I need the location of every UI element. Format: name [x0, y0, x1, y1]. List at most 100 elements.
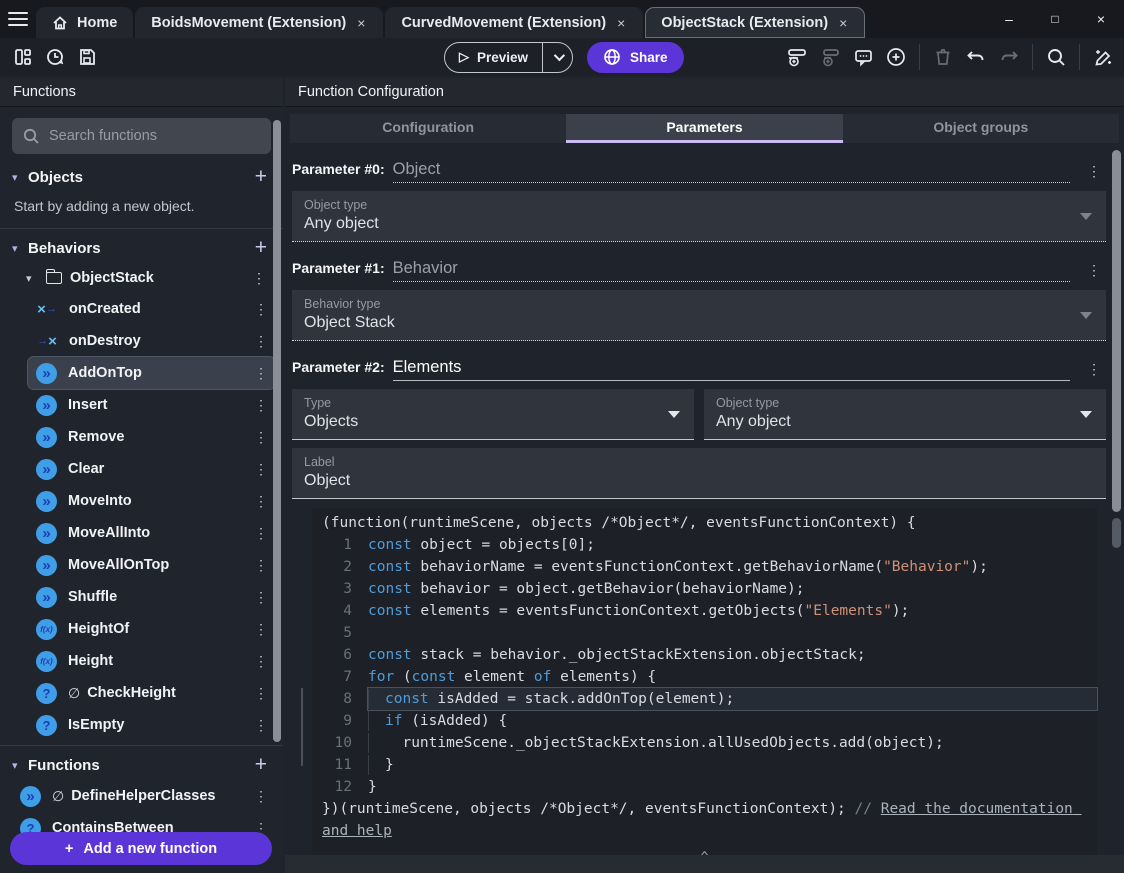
hamburger-menu-icon[interactable]	[0, 0, 36, 38]
titlebar: Home BoidsMovement (Extension) × CurvedMove…	[0, 0, 1124, 38]
kebab-menu-icon[interactable]: ⋮	[249, 685, 273, 702]
code-line-6: 6 const stack = behavior._objectStackExte…	[312, 644, 1097, 666]
add-event-icon[interactable]	[782, 42, 812, 72]
kebab-menu-icon[interactable]: ⋮	[249, 333, 273, 350]
sidebar-item-moveallinto[interactable]: » MoveAllInto ⋮	[28, 517, 275, 549]
sidebar-scrollbar[interactable]	[273, 120, 281, 742]
close-window-button[interactable]: ×	[1078, 11, 1124, 27]
kebab-menu-icon[interactable]: ⋮	[1082, 361, 1106, 378]
add-behavior-button[interactable]: +	[251, 236, 271, 260]
tab-objectstack-extension-[interactable]: ObjectStack (Extension) ×	[645, 7, 866, 38]
kebab-menu-icon[interactable]: ⋮	[249, 525, 273, 542]
line-number: 12	[334, 779, 352, 795]
objects-section-header[interactable]: ▾ Objects +	[0, 162, 283, 192]
behaviors-section-header[interactable]: ▾ Behaviors +	[0, 233, 283, 263]
functions-section-header[interactable]: ▾ Functions +	[0, 750, 283, 780]
close-tab-icon[interactable]: ×	[615, 15, 627, 31]
add-circle-icon[interactable]	[881, 42, 911, 72]
line-number: 1	[343, 537, 352, 553]
add-subevent-icon[interactable]	[815, 42, 845, 72]
kebab-menu-icon[interactable]: ⋮	[249, 621, 273, 638]
redo-icon[interactable]	[994, 42, 1024, 72]
editor-scrollbar[interactable]	[1112, 518, 1121, 548]
kebab-menu-icon[interactable]: ⋮	[249, 717, 273, 734]
add-object-button[interactable]: +	[251, 165, 271, 189]
minimize-button[interactable]: –	[986, 11, 1032, 27]
search-toolbar-icon[interactable]	[1041, 42, 1071, 72]
parameter-2-name-input[interactable]: Elements	[392, 358, 1070, 381]
sidebar-item-moveinto[interactable]: » MoveInto ⋮	[28, 485, 275, 517]
parameter-0-object-type-select[interactable]: Object type Any object	[292, 191, 1106, 242]
sidebar-item-insert[interactable]: » Insert ⋮	[28, 389, 275, 421]
preview-button[interactable]: ▷ Preview	[445, 49, 542, 65]
sidebar-header-title: Functions	[13, 84, 76, 100]
kebab-menu-icon[interactable]: ⋮	[1082, 163, 1106, 180]
add-function-plus-button[interactable]: +	[251, 753, 271, 777]
objects-section-title: Objects	[28, 168, 84, 186]
tab-parameters[interactable]: Parameters	[566, 114, 843, 143]
sidebar-item-isempty[interactable]: ? IsEmpty ⋮	[28, 709, 275, 741]
behavior-folder-objectstack[interactable]: ▾ ObjectStack ⋮	[0, 263, 283, 293]
sidebar-item-checkheight[interactable]: ? ∅ CheckHeight ⋮	[28, 677, 275, 709]
sidebar-item-height[interactable]: f(x) Height ⋮	[28, 645, 275, 677]
kebab-menu-icon[interactable]: ⋮	[249, 365, 273, 382]
sidebar-item-ondestroy[interactable]: → × onDestroy ⋮	[28, 325, 275, 357]
magic-edit-icon[interactable]	[1088, 42, 1118, 72]
kebab-menu-icon[interactable]: ⋮	[247, 270, 271, 287]
kebab-menu-icon[interactable]: ⋮	[249, 429, 273, 446]
sidebar-item-moveallontop[interactable]: » MoveAllOnTop ⋮	[28, 549, 275, 581]
tab-home[interactable]: Home	[36, 7, 134, 38]
search-functions-input[interactable]	[49, 128, 249, 144]
editor-left-scroll-indicator	[301, 688, 303, 766]
kebab-menu-icon[interactable]: ⋮	[1082, 262, 1106, 279]
line-number: 9	[343, 713, 352, 729]
parameter-1-name-input[interactable]: Behavior	[392, 259, 1070, 282]
sidebar-item-addontop[interactable]: » AddOnTop ⋮	[28, 357, 275, 389]
parameter-2-type-select[interactable]: Type Objects	[292, 389, 694, 440]
folder-icon	[46, 269, 62, 284]
share-button[interactable]: Share	[587, 41, 684, 73]
kebab-menu-icon[interactable]: ⋮	[249, 397, 273, 414]
kebab-menu-icon[interactable]: ⋮	[249, 589, 273, 606]
tab-configuration[interactable]: Configuration	[290, 114, 567, 143]
version-history-icon[interactable]	[40, 42, 70, 72]
close-tab-icon[interactable]: ×	[355, 15, 367, 31]
toggle-panels-icon[interactable]	[8, 42, 38, 72]
maximize-button[interactable]: □	[1032, 12, 1078, 26]
add-new-function-button[interactable]: + Add a new function	[10, 832, 272, 865]
sidebar-item-label: onCreated	[69, 301, 141, 317]
field-label: Label	[304, 455, 335, 469]
delete-icon[interactable]	[928, 42, 958, 72]
preview-options-button[interactable]	[542, 42, 572, 72]
main-scrollbar[interactable]	[1112, 150, 1121, 512]
sidebar-item-shuffle[interactable]: » Shuffle ⋮	[28, 581, 275, 613]
parameter-2-label-input[interactable]: Label Object	[292, 448, 1106, 499]
sidebar-item-oncreated[interactable]: × → onCreated ⋮	[28, 293, 275, 325]
undo-icon[interactable]	[961, 42, 991, 72]
kebab-menu-icon[interactable]: ⋮	[249, 788, 273, 805]
parameter-2-object-type-select[interactable]: Object type Any object	[704, 389, 1106, 440]
sidebar-item-heightof[interactable]: f(x) HeightOf ⋮	[28, 613, 275, 645]
close-tab-icon[interactable]: ×	[837, 15, 849, 31]
kebab-menu-icon[interactable]: ⋮	[249, 653, 273, 670]
save-icon[interactable]	[72, 42, 102, 72]
tab-boidsmovement-extension-[interactable]: BoidsMovement (Extension) ×	[135, 7, 384, 38]
sidebar-item-clear[interactable]: » Clear ⋮	[28, 453, 275, 485]
parameter-0-name-input[interactable]: Object	[392, 160, 1070, 183]
code-editor[interactable]: (function(runtimeScene, objects /*Object…	[312, 508, 1097, 865]
kebab-menu-icon[interactable]: ⋮	[249, 461, 273, 478]
action-function-icon: »	[36, 458, 57, 480]
toolbar-right-icons	[782, 42, 1118, 72]
behaviors-section-title: Behaviors	[28, 239, 101, 257]
tab-curvedmovement-extension-[interactable]: CurvedMovement (Extension) ×	[385, 7, 644, 38]
tab-object-groups[interactable]: Object groups	[842, 114, 1119, 143]
sidebar-item-remove[interactable]: » Remove ⋮	[28, 421, 275, 453]
parameter-1-behavior-type-select[interactable]: Behavior type Object Stack	[292, 290, 1106, 341]
sidebar-item-definehelperclasses[interactable]: » ∅ DefineHelperClasses ⋮	[12, 780, 275, 812]
code-line-1: 1 const object = objects[0];	[312, 534, 1097, 556]
kebab-menu-icon[interactable]: ⋮	[249, 557, 273, 574]
kebab-menu-icon[interactable]: ⋮	[249, 301, 273, 318]
kebab-menu-icon[interactable]: ⋮	[249, 493, 273, 510]
behavior-function-list: × → onCreated ⋮ → × onDestroy ⋮ » AddOnTop ⋮ » Inser…	[0, 293, 283, 741]
add-comment-icon[interactable]	[848, 42, 878, 72]
